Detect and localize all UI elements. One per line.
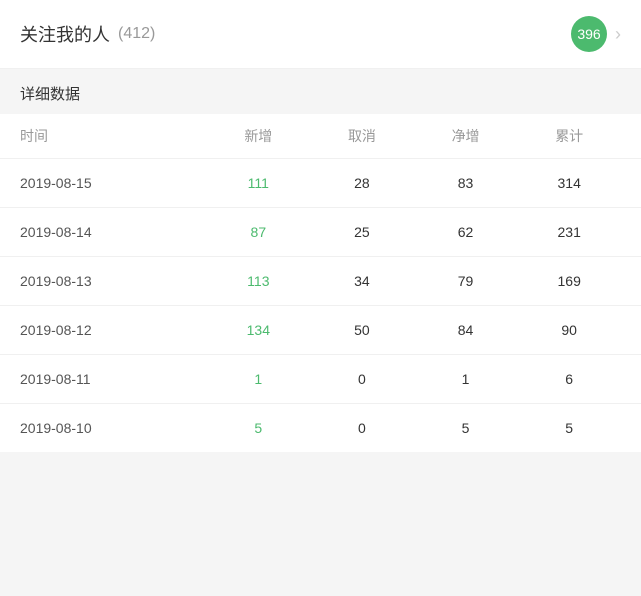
table-header: 时间 新增 取消 净增 累计 — [0, 114, 641, 159]
cell-date: 2019-08-12 — [20, 322, 207, 338]
cell-date: 2019-08-11 — [20, 371, 207, 387]
cell-net: 5 — [414, 420, 518, 436]
cell-cancel: 34 — [310, 273, 414, 289]
cell-total: 231 — [517, 224, 621, 240]
cell-total: 6 — [517, 371, 621, 387]
cell-date: 2019-08-10 — [20, 420, 207, 436]
header-left: 关注我的人 (412) — [20, 21, 155, 47]
table-row: 2019-08-10 5 0 5 5 — [0, 404, 641, 452]
table-row: 2019-08-15 111 28 83 314 — [0, 159, 641, 208]
cell-total: 169 — [517, 273, 621, 289]
cell-total: 314 — [517, 175, 621, 191]
score-badge: 396 — [571, 16, 607, 52]
table-row: 2019-08-13 113 34 79 169 — [0, 257, 641, 306]
cell-net: 62 — [414, 224, 518, 240]
chevron-right-icon[interactable]: › — [615, 24, 621, 45]
col-new: 新增 — [207, 126, 311, 146]
cell-new: 113 — [207, 273, 311, 289]
cell-cancel: 28 — [310, 175, 414, 191]
section-header: 详细数据 — [0, 69, 641, 114]
col-net: 净增 — [414, 126, 518, 146]
cell-cancel: 25 — [310, 224, 414, 240]
cell-new: 134 — [207, 322, 311, 338]
cell-total: 5 — [517, 420, 621, 436]
cell-net: 79 — [414, 273, 518, 289]
cell-total: 90 — [517, 322, 621, 338]
col-total: 累计 — [517, 126, 621, 146]
table-row: 2019-08-14 87 25 62 231 — [0, 208, 641, 257]
cell-new: 5 — [207, 420, 311, 436]
cell-cancel: 0 — [310, 371, 414, 387]
page-header: 关注我的人 (412) 396 › — [0, 0, 641, 69]
header-right[interactable]: 396 › — [571, 16, 621, 52]
cell-new: 111 — [207, 175, 311, 191]
section-title: 详细数据 — [20, 86, 80, 103]
page-title: 关注我的人 — [20, 21, 110, 47]
cell-net: 1 — [414, 371, 518, 387]
cell-net: 84 — [414, 322, 518, 338]
cell-net: 83 — [414, 175, 518, 191]
table-row: 2019-08-12 134 50 84 90 — [0, 306, 641, 355]
col-time: 时间 — [20, 126, 207, 146]
follower-count: (412) — [118, 25, 155, 43]
cell-new: 1 — [207, 371, 311, 387]
cell-date: 2019-08-15 — [20, 175, 207, 191]
table-row: 2019-08-11 1 0 1 6 — [0, 355, 641, 404]
cell-date: 2019-08-13 — [20, 273, 207, 289]
data-table: 时间 新增 取消 净增 累计 2019-08-15 111 28 83 314 … — [0, 114, 641, 452]
cell-date: 2019-08-14 — [20, 224, 207, 240]
cell-cancel: 50 — [310, 322, 414, 338]
cell-new: 87 — [207, 224, 311, 240]
cell-cancel: 0 — [310, 420, 414, 436]
col-cancel: 取消 — [310, 126, 414, 146]
